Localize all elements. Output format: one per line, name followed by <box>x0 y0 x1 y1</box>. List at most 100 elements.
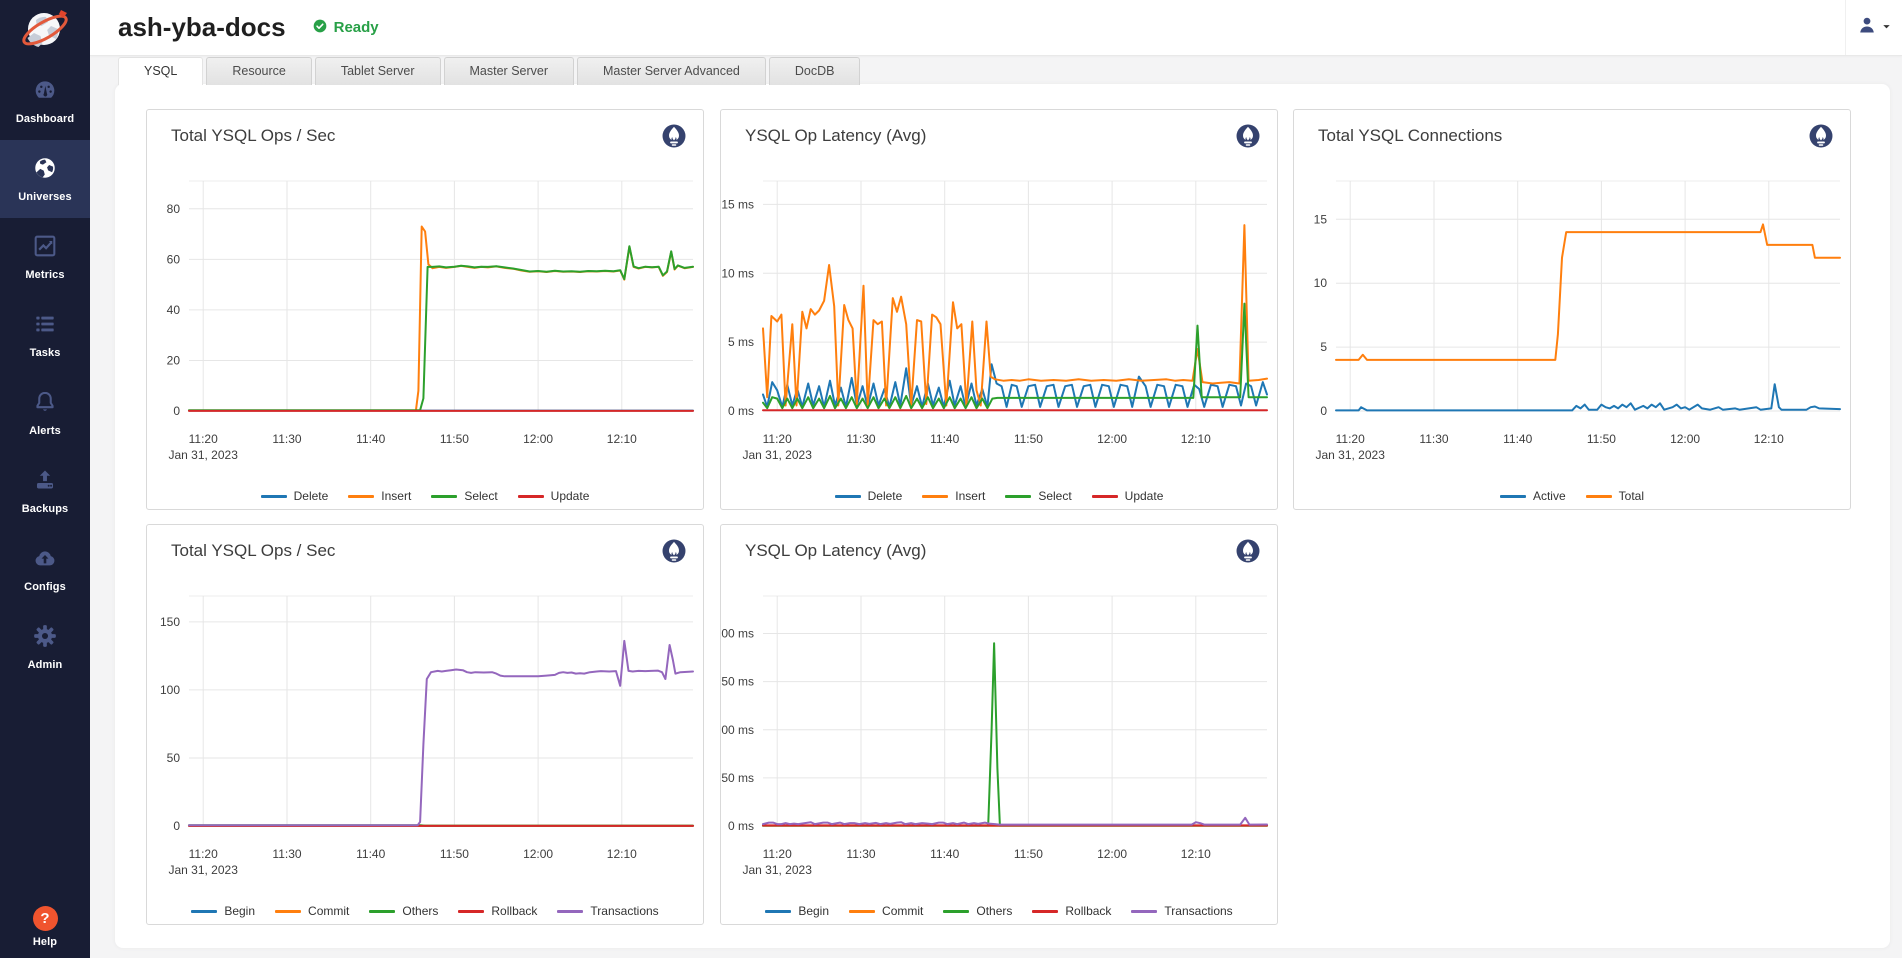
legend-label: Begin <box>798 904 829 918</box>
tab-tablet-server[interactable]: Tablet Server <box>315 57 441 85</box>
legend-item-update[interactable]: Update <box>1092 489 1164 503</box>
chart-legend: Active Total <box>1294 489 1850 503</box>
svg-text:0 ms: 0 ms <box>728 404 754 418</box>
legend-item-others[interactable]: Others <box>943 904 1012 918</box>
status-label: Ready <box>334 19 379 36</box>
user-icon <box>1856 14 1878 41</box>
svg-text:11:50: 11:50 <box>1014 847 1043 861</box>
legend-item-others[interactable]: Others <box>369 904 438 918</box>
legend-item-select[interactable]: Select <box>1005 489 1071 503</box>
legend-swatch <box>922 495 948 498</box>
tab-ysql[interactable]: YSQL <box>118 57 203 85</box>
globe-icon <box>32 155 58 186</box>
svg-text:0: 0 <box>1320 404 1327 418</box>
legend-swatch <box>1586 495 1612 498</box>
legend-item-delete[interactable]: Delete <box>261 489 329 503</box>
chart-canvas-ysql-ops-dml[interactable]: 02040608011:2011:3011:4011:5012:0012:10J… <box>147 110 705 511</box>
sidebar-item-label: Metrics <box>25 269 64 281</box>
legend-item-rollback[interactable]: Rollback <box>458 904 537 918</box>
svg-text:11:30: 11:30 <box>272 847 301 861</box>
legend-swatch <box>849 910 875 913</box>
legend-swatch <box>557 910 583 913</box>
legend-label: Rollback <box>1065 904 1111 918</box>
chart-legend: Begin Commit Others Rollback Transaction… <box>721 904 1277 918</box>
svg-text:11:30: 11:30 <box>1419 432 1448 446</box>
svg-text:12:00: 12:00 <box>523 432 553 446</box>
chart-canvas-ysql-connections[interactable]: 05101511:2011:3011:4011:5012:0012:10Jan … <box>1294 110 1852 511</box>
check-circle-icon <box>312 18 328 38</box>
sidebar-item-alerts[interactable]: Alerts <box>0 374 90 452</box>
tabbar: YSQLResourceTablet ServerMaster ServerMa… <box>118 57 860 84</box>
legend-item-begin[interactable]: Begin <box>191 904 255 918</box>
svg-text:11:40: 11:40 <box>1503 432 1532 446</box>
svg-text:50: 50 <box>167 751 181 765</box>
sidebar-item-label: Dashboard <box>16 113 74 125</box>
sidebar-item-backups[interactable]: Backups <box>0 452 90 530</box>
legend-item-commit[interactable]: Commit <box>849 904 923 918</box>
chart-canvas-ysql-ops-txn[interactable]: 05010015011:2011:3011:4011:5012:0012:10J… <box>147 525 705 926</box>
svg-text:11:20: 11:20 <box>763 847 792 861</box>
legend-label: Total <box>1619 489 1644 503</box>
legend-item-commit[interactable]: Commit <box>275 904 349 918</box>
legend-item-insert[interactable]: Insert <box>922 489 985 503</box>
legend-item-transactions[interactable]: Transactions <box>557 904 658 918</box>
chart-panel-ysql-latency-dml: YSQL Op Latency (Avg) 0 ms5 ms10 ms15 ms… <box>720 109 1278 510</box>
sidebar-item-tasks[interactable]: Tasks <box>0 296 90 374</box>
legend-label: Commit <box>882 904 923 918</box>
svg-text:Jan 31, 2023: Jan 31, 2023 <box>168 448 238 462</box>
legend-item-begin[interactable]: Begin <box>765 904 829 918</box>
legend-item-insert[interactable]: Insert <box>348 489 411 503</box>
legend-swatch <box>1500 495 1526 498</box>
chart-legend: Delete Insert Select Update <box>721 489 1277 503</box>
legend-label: Select <box>1038 489 1071 503</box>
svg-text:12:10: 12:10 <box>1181 432 1211 446</box>
legend-item-update[interactable]: Update <box>518 489 590 503</box>
sidebar-item-label: Backups <box>22 503 69 515</box>
sidebar-item-label: Admin <box>28 659 63 671</box>
chart-canvas-ysql-latency-dml[interactable]: 0 ms5 ms10 ms15 ms11:2011:3011:4011:5012… <box>721 110 1279 511</box>
legend-swatch <box>261 495 287 498</box>
chart-icon <box>32 233 58 264</box>
sidebar-item-label: Help <box>33 936 57 948</box>
legend-label: Update <box>1125 489 1164 503</box>
chart-legend: Begin Commit Others Rollback Transaction… <box>147 904 703 918</box>
legend-label: Delete <box>868 489 903 503</box>
svg-text:15: 15 <box>1314 212 1328 226</box>
tab-master-server-advanced[interactable]: Master Server Advanced <box>577 57 766 85</box>
svg-text:10 ms: 10 ms <box>721 266 754 280</box>
legend-item-delete[interactable]: Delete <box>835 489 903 503</box>
legend-item-rollback[interactable]: Rollback <box>1032 904 1111 918</box>
legend-label: Commit <box>308 904 349 918</box>
svg-text:0 ms: 0 ms <box>728 819 754 833</box>
question-icon: ? <box>33 906 58 931</box>
tab-docdb[interactable]: DocDB <box>769 57 861 85</box>
svg-text:150 ms: 150 ms <box>721 675 754 689</box>
sidebar-item-label: Alerts <box>29 425 61 437</box>
chart-canvas-ysql-latency-txn[interactable]: 0 ms50 ms100 ms150 ms200 ms11:2011:3011:… <box>721 525 1279 926</box>
tab-resource[interactable]: Resource <box>206 57 312 85</box>
sidebar-item-universes[interactable]: Universes <box>0 140 90 218</box>
legend-item-total[interactable]: Total <box>1586 489 1644 503</box>
sidebar-item-help[interactable]: ? Help <box>0 906 90 948</box>
legend-swatch <box>835 495 861 498</box>
legend-item-select[interactable]: Select <box>431 489 497 503</box>
legend-swatch <box>943 910 969 913</box>
tab-master-server[interactable]: Master Server <box>444 57 575 85</box>
sidebar-item-dashboard[interactable]: Dashboard <box>0 62 90 140</box>
legend-swatch <box>1005 495 1031 498</box>
user-menu[interactable] <box>1845 0 1902 55</box>
legend-swatch <box>191 910 217 913</box>
legend-label: Others <box>976 904 1012 918</box>
svg-text:Jan 31, 2023: Jan 31, 2023 <box>168 863 238 877</box>
sidebar-item-admin[interactable]: Admin <box>0 608 90 686</box>
yugabyte-logo-icon[interactable] <box>19 4 71 56</box>
sidebar-item-metrics[interactable]: Metrics <box>0 218 90 296</box>
legend-label: Transactions <box>590 904 658 918</box>
svg-text:40: 40 <box>167 303 181 317</box>
legend-item-active[interactable]: Active <box>1500 489 1566 503</box>
gear-icon <box>32 623 58 654</box>
svg-text:12:10: 12:10 <box>1181 847 1211 861</box>
sidebar-item-configs[interactable]: Configs <box>0 530 90 608</box>
svg-text:11:50: 11:50 <box>1014 432 1043 446</box>
legend-item-transactions[interactable]: Transactions <box>1131 904 1232 918</box>
